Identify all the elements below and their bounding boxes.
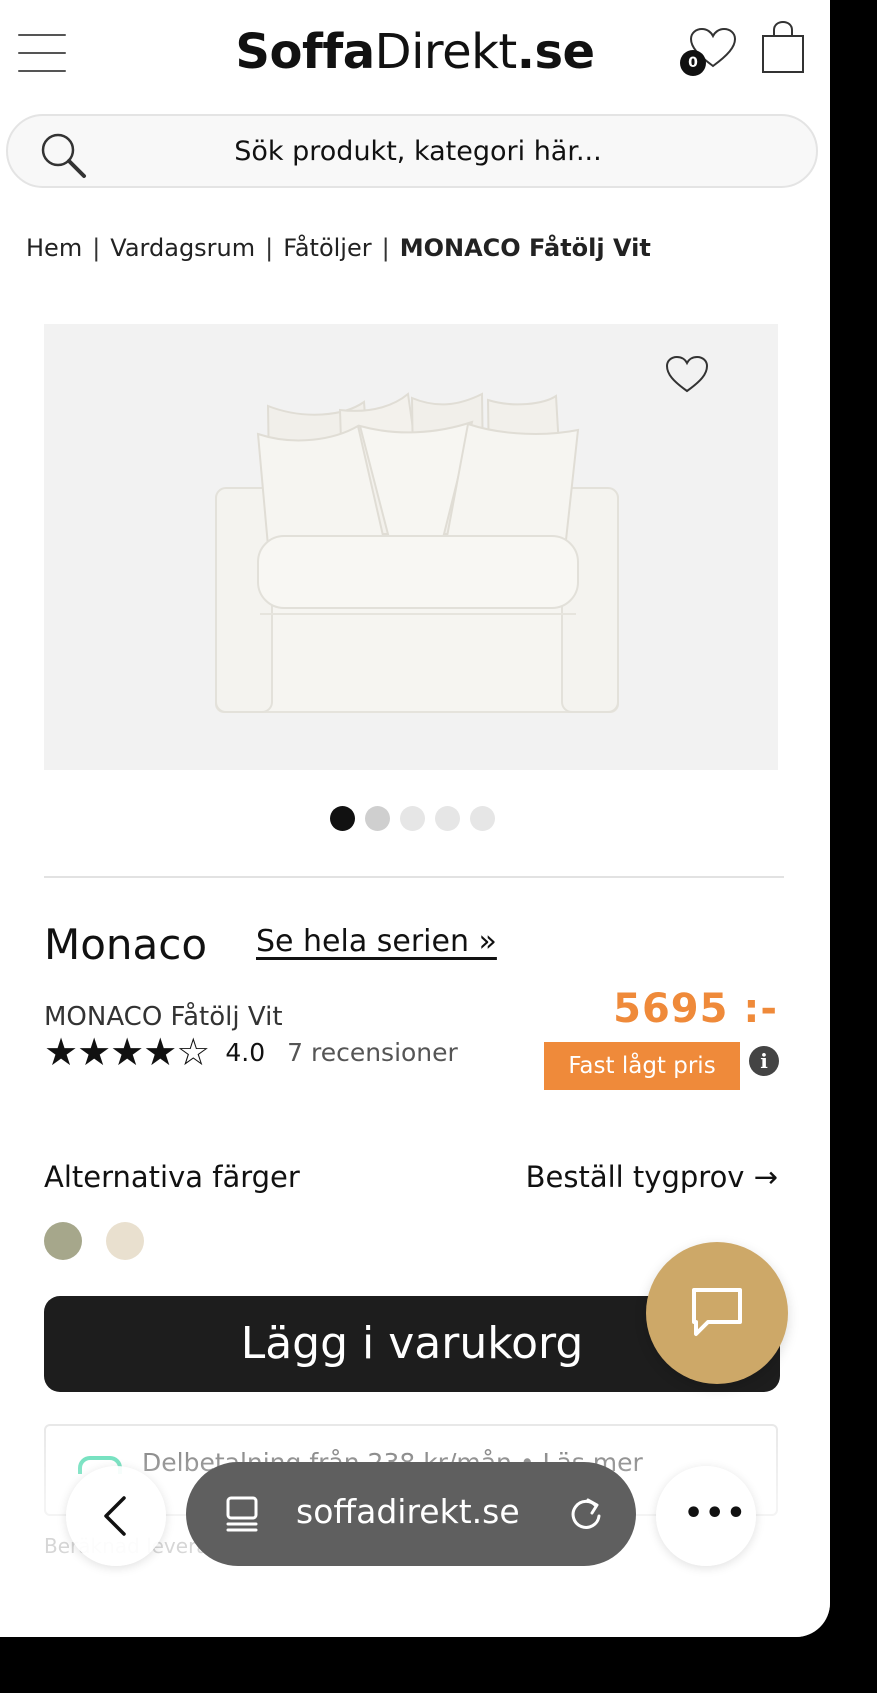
logo-light-part: Direkt <box>374 24 518 80</box>
rating-value: 4.0 <box>225 1037 266 1067</box>
logo-bold-part: Soffa <box>235 24 375 80</box>
product-title: MONACO Fåtölj Vit <box>44 1002 283 1032</box>
search-input[interactable] <box>108 126 728 176</box>
price: 5695 :- <box>613 986 778 1032</box>
chat-button[interactable] <box>646 1242 788 1384</box>
carousel-dot[interactable] <box>365 806 390 831</box>
breadcrumb-armchairs[interactable]: Fåtöljer <box>283 234 371 262</box>
more-dots-icon: ••• <box>684 1496 748 1531</box>
browser-back-button[interactable] <box>66 1466 166 1566</box>
breadcrumb-separator: | <box>381 234 390 262</box>
carousel-dot[interactable] <box>330 806 355 831</box>
price-badge: Fast lågt pris <box>544 1042 740 1090</box>
breadcrumb: Hem | Vardagsrum | Fåtöljer | MONACO Fåtölj Vi… <box>26 234 651 262</box>
series-name: Monaco <box>44 920 208 969</box>
reviews-count-link[interactable]: 7 recensioner <box>287 1038 458 1067</box>
screen: SoffaDirekt.se 0 Hem | Vardagsrum | Fåtöljer… <box>0 0 830 1637</box>
breadcrumb-separator: | <box>265 234 274 262</box>
browser-more-button[interactable]: ••• <box>656 1466 756 1566</box>
color-swatches <box>44 1222 144 1260</box>
browser-url: soffadirekt.se <box>296 1492 520 1531</box>
breadcrumb-home[interactable]: Hem <box>26 234 82 262</box>
wishlist-button[interactable]: 0 <box>680 26 740 76</box>
chat-bubble-icon <box>692 1288 742 1336</box>
image-carousel-dots <box>330 806 495 831</box>
chevron-left-icon <box>104 1496 126 1536</box>
color-swatch-green[interactable] <box>44 1222 82 1260</box>
info-icon[interactable]: i <box>749 1046 779 1076</box>
reload-icon[interactable] <box>566 1494 606 1534</box>
site-header: SoffaDirekt.se 0 <box>0 0 830 104</box>
order-fabric-sample-link[interactable]: Beställ tygprov → <box>526 1160 778 1194</box>
wishlist-count-badge: 0 <box>680 50 706 76</box>
carousel-dot[interactable] <box>435 806 460 831</box>
see-series-link[interactable]: Se hela serien » <box>256 924 497 959</box>
browser-address-bar[interactable]: soffadirekt.se <box>186 1462 636 1566</box>
carousel-dot[interactable] <box>400 806 425 831</box>
divider <box>44 876 784 878</box>
star-rating-icon: ★★★★☆ <box>44 1030 210 1074</box>
search-bar[interactable] <box>6 114 818 188</box>
carousel-dot[interactable] <box>470 806 495 831</box>
shopping-bag-icon[interactable] <box>760 20 806 76</box>
color-swatch-beige[interactable] <box>106 1222 144 1260</box>
alternative-colors-label: Alternativa färger <box>44 1160 300 1194</box>
page-menu-icon[interactable] <box>222 1494 262 1534</box>
search-icon <box>41 133 86 178</box>
breadcrumb-living-room[interactable]: Vardagsrum <box>110 234 255 262</box>
breadcrumb-current: MONACO Fåtölj Vit <box>399 234 651 262</box>
breadcrumb-separator: | <box>92 234 101 262</box>
rating-row[interactable]: ★★★★☆ 4.0 7 recensioner <box>44 1030 458 1074</box>
favorite-heart-icon[interactable] <box>664 354 710 394</box>
logo-suffix: .se <box>516 24 595 80</box>
